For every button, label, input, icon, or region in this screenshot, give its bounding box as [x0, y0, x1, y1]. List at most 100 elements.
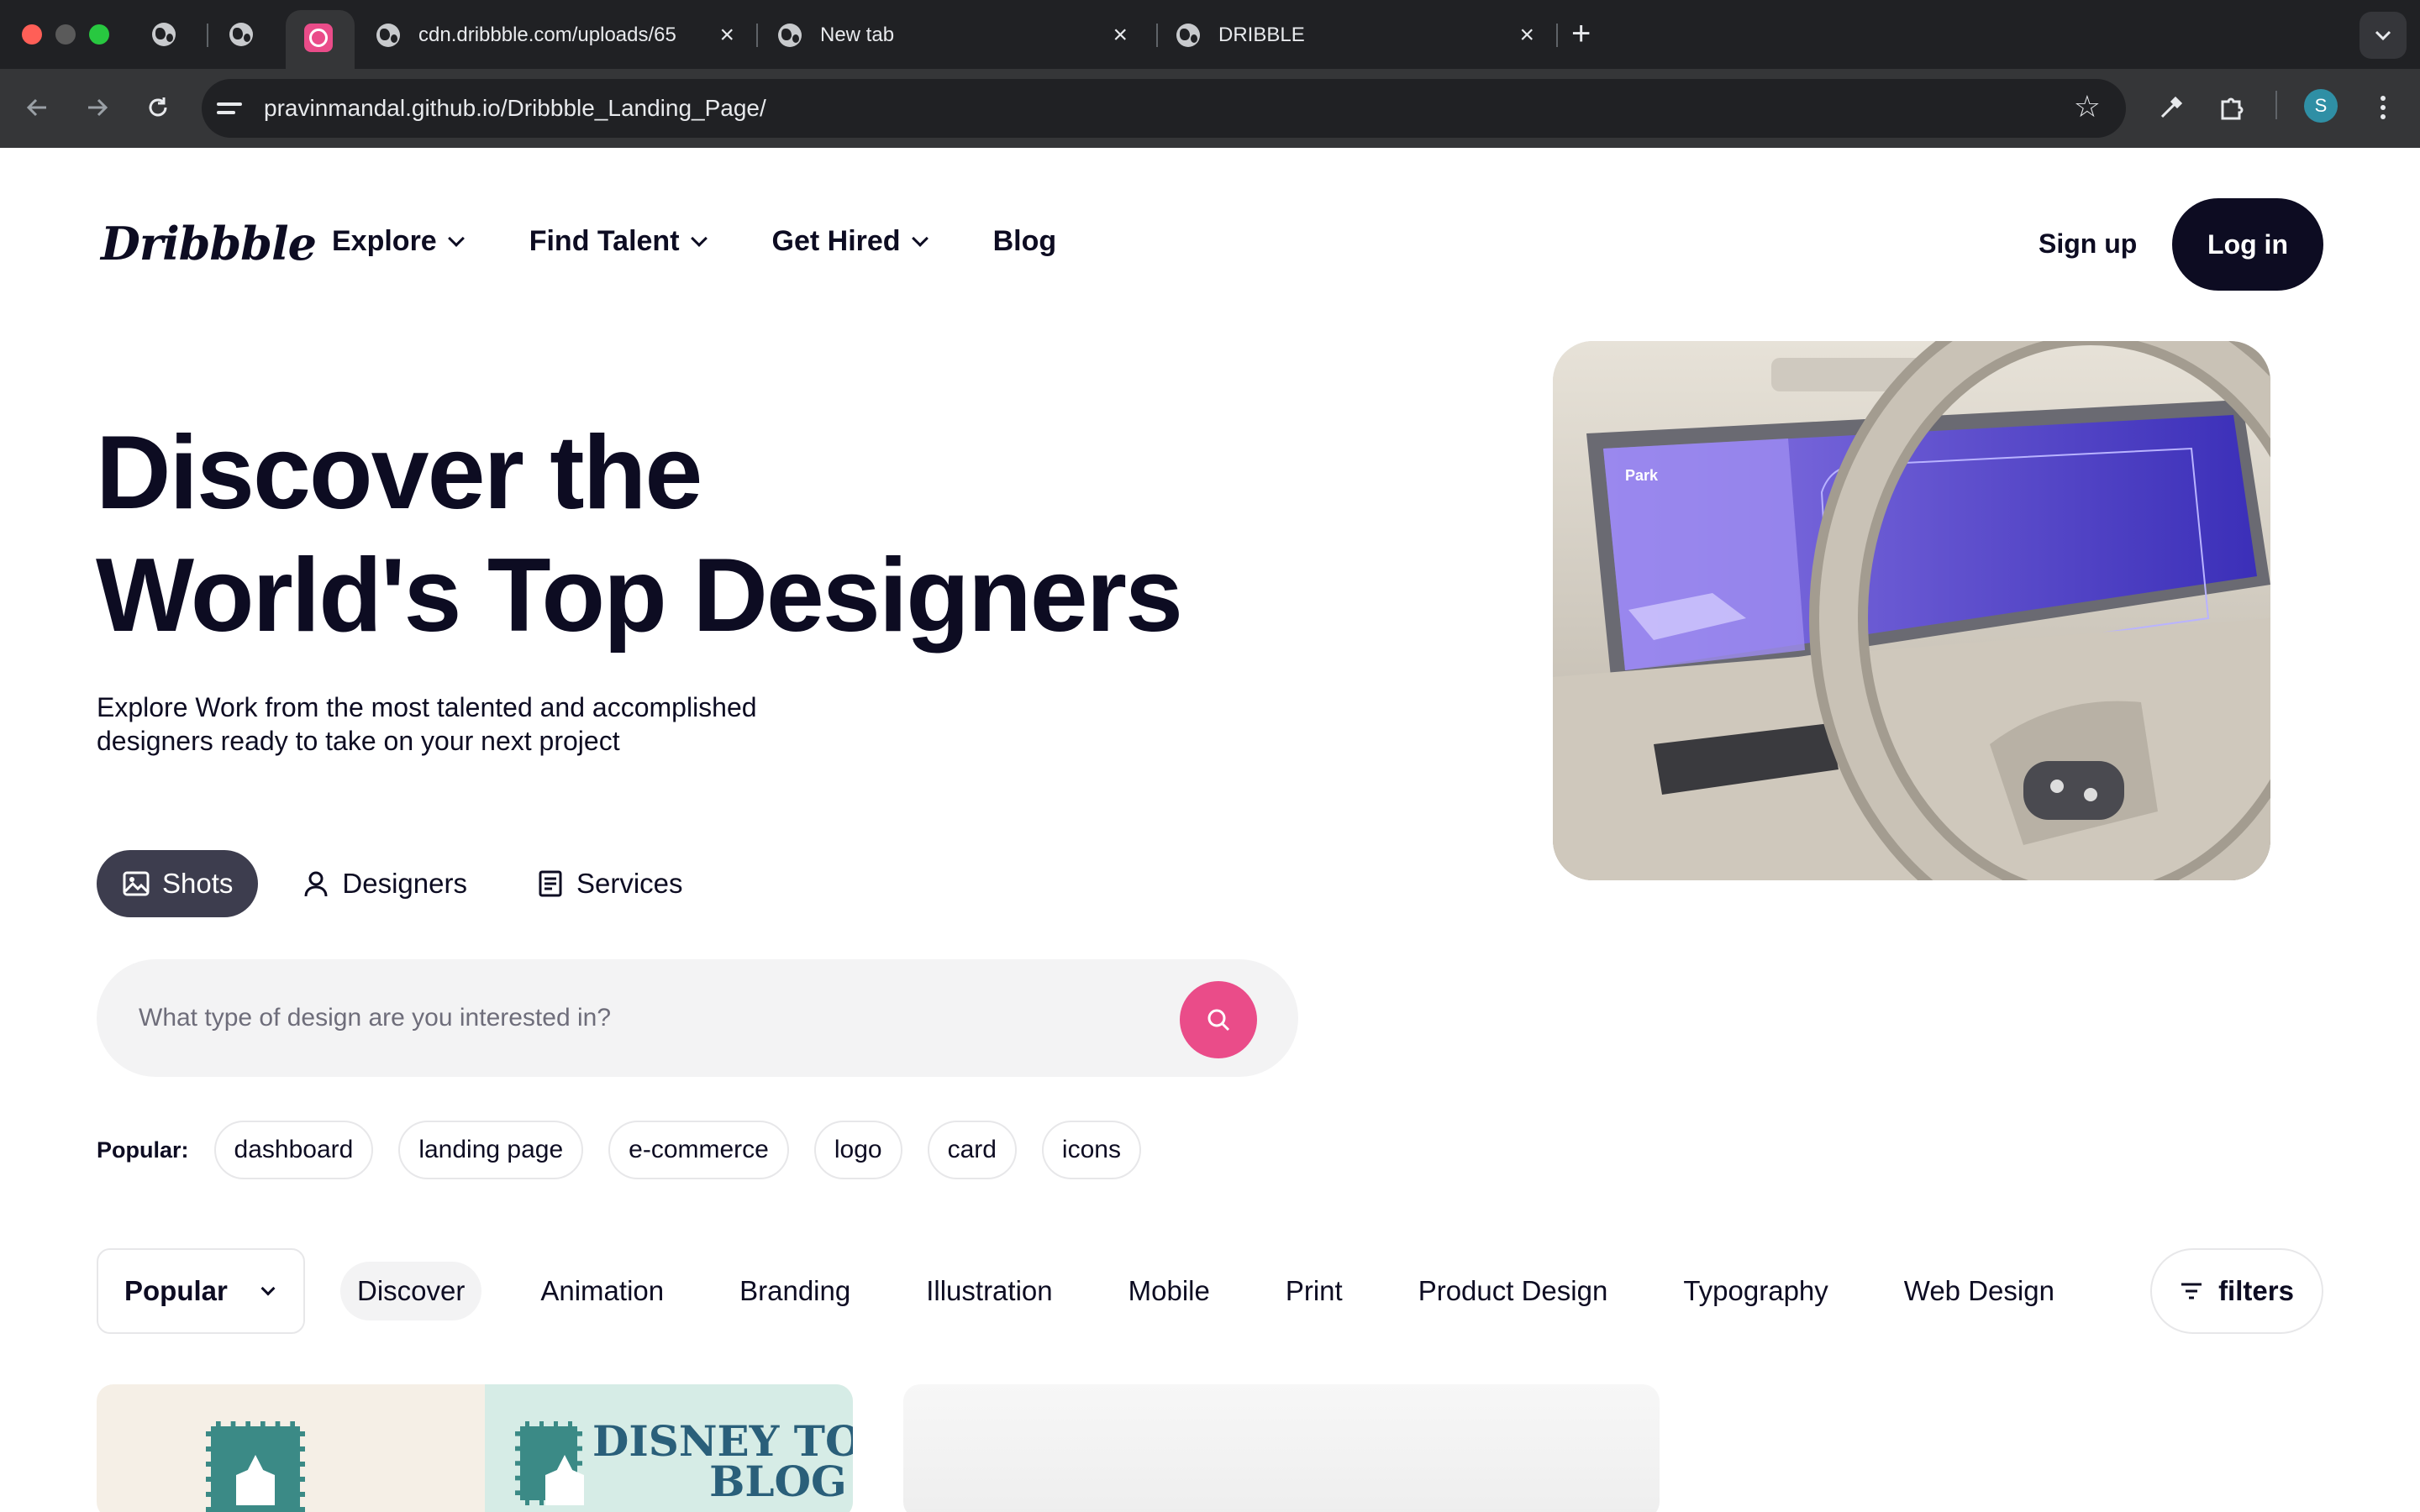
site-info-icon[interactable]: [217, 92, 249, 124]
tab-label: Shots: [162, 868, 234, 899]
tab-close-icon[interactable]: ×: [1113, 21, 1128, 50]
window-close-button[interactable]: [22, 24, 42, 45]
popular-tags: Popular: dashboard landing page e-commer…: [97, 1121, 1166, 1179]
extensions-puzzle-icon[interactable]: [2212, 87, 2252, 128]
address-bar[interactable]: pravinmandal.github.io/Dribbble_Landing_…: [202, 79, 2126, 138]
document-icon: [539, 870, 562, 897]
tab-close-icon[interactable]: ×: [719, 21, 734, 50]
category-branding[interactable]: Branding: [723, 1262, 867, 1320]
category-typography[interactable]: Typography: [1666, 1262, 1844, 1320]
filter-icon: [2181, 1283, 2202, 1299]
category-animation[interactable]: Animation: [523, 1262, 681, 1320]
globe-icon: [152, 23, 176, 46]
search-icon: [1207, 1009, 1230, 1032]
category-discover[interactable]: Discover: [340, 1262, 482, 1320]
category-tabs: Discover Animation Branding Illustration…: [340, 1262, 2113, 1320]
shot-text-line: DISNEY TOURS: [592, 1416, 853, 1466]
sort-value: Popular: [124, 1275, 228, 1306]
category-print[interactable]: Print: [1269, 1262, 1360, 1320]
url-host: pravinmandal.github.io: [264, 95, 501, 121]
url-text[interactable]: pravinmandal.github.io/Dribbble_Landing_…: [264, 95, 766, 122]
tab-separator: [1556, 24, 1558, 47]
tab-services[interactable]: Services: [511, 850, 708, 917]
pinned-tab[interactable]: [148, 18, 180, 50]
sort-dropdown[interactable]: Popular: [97, 1248, 305, 1334]
hero-subtitle: Explore Work from the most talented and …: [97, 692, 757, 756]
chevron-down-icon: [911, 229, 929, 247]
eyedropper-icon[interactable]: [2151, 87, 2191, 128]
category-illustration[interactable]: Illustration: [909, 1262, 1069, 1320]
car-dashboard-illustration: Park: [1553, 341, 2270, 880]
tab-title: New tab: [820, 24, 895, 46]
category-web-design[interactable]: Web Design: [1887, 1262, 2071, 1320]
bookmark-star-icon[interactable]: ☆: [2074, 89, 2101, 124]
tag-chip[interactable]: icons: [1041, 1121, 1141, 1179]
browser-toolbar: pravinmandal.github.io/Dribbble_Landing_…: [0, 69, 2420, 148]
filters-label: filters: [2218, 1275, 2294, 1306]
image-icon: [123, 871, 150, 896]
url-path: /Dribbble_Landing_Page/: [500, 95, 766, 121]
tag-chip[interactable]: logo: [813, 1121, 902, 1179]
shot-image-text: DISNEY TOURS BLOG: [592, 1416, 853, 1506]
chevron-down-icon: [690, 229, 708, 247]
shot-card[interactable]: DISNEY TOURS BLOG: [97, 1384, 853, 1512]
profile-avatar[interactable]: S: [2304, 89, 2338, 123]
nav-label: Explore: [332, 225, 437, 257]
window-maximize-button[interactable]: [89, 24, 109, 45]
login-button[interactable]: Log in: [2172, 198, 2323, 291]
nav-get-hired[interactable]: Get Hired: [771, 225, 929, 258]
tab-designers[interactable]: Designers: [276, 850, 492, 917]
media-label: Park: [1625, 467, 1659, 484]
nav-find-talent[interactable]: Find Talent: [529, 225, 708, 258]
signup-link[interactable]: Sign up: [2039, 228, 2137, 260]
person-icon: [304, 871, 328, 897]
pinned-tab[interactable]: [225, 18, 257, 50]
shot-card[interactable]: [903, 1384, 1660, 1512]
tab-shots[interactable]: Shots: [97, 850, 259, 917]
search-bar: [97, 959, 1298, 1077]
forward-arrow-icon[interactable]: [79, 89, 116, 126]
browser-tab-bar: cdn.dribbble.com/uploads/65 × New tab × …: [0, 0, 2420, 69]
window-minimize-button[interactable]: [55, 24, 76, 45]
main-nav: Explore Find Talent Get Hired Blog: [332, 225, 1123, 258]
castle-stamp-image: [515, 1421, 582, 1505]
nav-explore[interactable]: Explore: [332, 225, 465, 258]
tab-separator: [207, 24, 208, 47]
nav-label: Blog: [992, 225, 1057, 257]
tab-separator: [1156, 24, 1158, 47]
toolbar-separator: [2275, 91, 2277, 119]
active-tab[interactable]: [286, 10, 355, 69]
tag-chip[interactable]: e-commerce: [608, 1121, 789, 1179]
shot-text-line: BLOG: [709, 1457, 847, 1506]
new-tab-button[interactable]: +: [1571, 15, 1591, 52]
browser-tab[interactable]: DRIBBLE ×: [1176, 10, 1546, 60]
chrome-icon: [778, 24, 802, 47]
chevron-down-icon: [447, 229, 465, 247]
tag-chip[interactable]: landing page: [398, 1121, 584, 1179]
category-product-design[interactable]: Product Design: [1402, 1262, 1625, 1320]
browser-tab[interactable]: cdn.dribbble.com/uploads/65 ×: [376, 10, 746, 60]
chevron-down-icon: [260, 1281, 276, 1296]
category-mobile[interactable]: Mobile: [1112, 1262, 1227, 1320]
tab-close-icon[interactable]: ×: [1519, 21, 1534, 50]
hero-title: Discover the World's Top Designers: [96, 412, 1183, 657]
search-button[interactable]: [1180, 981, 1257, 1058]
browser-menu-icon[interactable]: [2363, 87, 2403, 128]
reload-icon[interactable]: [139, 89, 176, 126]
tag-chip[interactable]: card: [927, 1121, 1017, 1179]
tab-search-button[interactable]: [2360, 12, 2407, 59]
dribbble-logo[interactable]: Dribbble: [101, 217, 317, 270]
globe-icon: [376, 24, 400, 47]
castle-stamp-image: [206, 1421, 305, 1512]
tag-chip[interactable]: dashboard: [213, 1121, 374, 1179]
back-arrow-icon[interactable]: [18, 89, 55, 126]
dribbble-favicon-icon: [304, 24, 333, 52]
popular-label: Popular:: [97, 1137, 189, 1163]
search-input[interactable]: [139, 993, 1147, 1043]
filters-button[interactable]: filters: [2150, 1248, 2323, 1334]
browser-tab[interactable]: New tab ×: [778, 10, 1139, 60]
tab-title: DRIBBLE: [1218, 24, 1305, 46]
nav-blog[interactable]: Blog: [993, 225, 1057, 258]
hero-video[interactable]: Park: [1553, 341, 2270, 880]
nav-label: Get Hired: [771, 225, 901, 257]
